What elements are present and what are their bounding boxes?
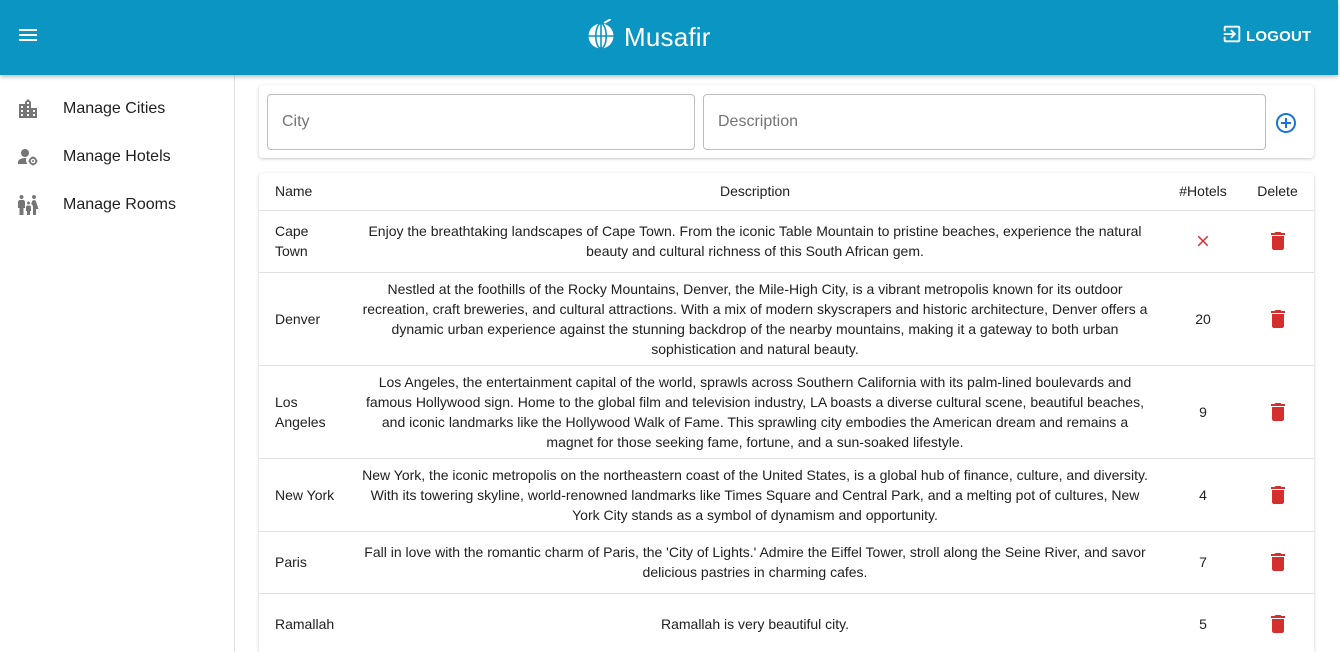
add-circle-icon (1274, 113, 1298, 139)
app-bar: Musafir LOGOUT (0, 0, 1338, 75)
sidebar-item-manage-cities[interactable]: Manage Cities (0, 85, 234, 133)
column-header-name: Name (259, 173, 345, 211)
logout-label: LOGOUT (1246, 27, 1312, 45)
sidebar-item-label: Manage Cities (63, 100, 166, 117)
city-name: Cape Town (259, 210, 345, 273)
delete-button[interactable] (1266, 550, 1290, 574)
delete-cell (1241, 531, 1314, 594)
close-icon (1191, 229, 1215, 253)
brand: Musafir (586, 18, 711, 56)
city-name: New York (259, 458, 345, 532)
add-city-button[interactable] (1274, 111, 1298, 135)
sidebar-item-manage-hotels[interactable]: Manage Hotels (0, 133, 234, 181)
sidebar-item-label: Manage Hotels (63, 148, 171, 165)
add-city-form (259, 85, 1314, 158)
hotels-count: 20 (1165, 272, 1241, 366)
table-row: Paris Fall in love with the romantic cha… (259, 531, 1314, 594)
logout-button[interactable]: LOGOUT (1221, 24, 1311, 48)
cities-table-card: Name Description #Hotels Delete Cape Tow… (259, 173, 1314, 652)
delete-button[interactable] (1266, 307, 1290, 331)
city-name: Paris (259, 531, 345, 594)
city-field (267, 94, 695, 150)
trash-icon (1270, 485, 1285, 504)
delete-button[interactable] (1266, 612, 1290, 636)
delete-cell (1241, 272, 1314, 366)
table-row: Ramallah Ramallah is very beautiful city… (259, 593, 1314, 652)
city-description: Nestled at the foothills of the Rocky Mo… (345, 272, 1165, 366)
city-icon (16, 97, 40, 121)
menu-button[interactable] (12, 22, 44, 52)
delete-button[interactable] (1266, 400, 1290, 424)
column-header-delete: Delete (1241, 173, 1314, 211)
trash-icon (1270, 232, 1285, 250)
app-title: Musafir (624, 21, 711, 52)
table-row: Denver Nestled at the foothills of the R… (259, 272, 1314, 366)
table-header-row: Name Description #Hotels Delete (259, 173, 1314, 211)
user-settings-icon (16, 145, 40, 169)
column-header-description: Description (345, 173, 1165, 211)
table-row: Cape Town Enjoy the breathtaking landsca… (259, 210, 1314, 273)
sidebar-item-manage-rooms[interactable]: Manage Rooms (0, 181, 234, 229)
table-row: Los Angeles Los Angeles, the entertainme… (259, 365, 1314, 459)
family-icon (16, 193, 40, 217)
delete-cell (1241, 593, 1314, 652)
city-name: Denver (259, 272, 345, 366)
city-description: Los Angeles, the entertainment capital o… (345, 365, 1165, 459)
logout-icon (1221, 23, 1243, 50)
city-description: Enjoy the breathtaking landscapes of Cap… (345, 210, 1165, 273)
description-field (703, 94, 1266, 150)
city-description: New York, the iconic metropolis on the n… (345, 458, 1165, 532)
description-input[interactable] (704, 95, 1265, 149)
delete-cell (1241, 458, 1314, 532)
delete-cell (1241, 365, 1314, 459)
hotels-count: 9 (1165, 365, 1241, 459)
city-input[interactable] (268, 95, 694, 149)
hotels-cell (1165, 210, 1241, 273)
trash-icon (1270, 615, 1285, 633)
city-name: Ramallah (259, 593, 345, 652)
city-name: Los Angeles (259, 365, 345, 459)
table-row: New York New York, the iconic metropolis… (259, 458, 1314, 532)
city-description: Fall in love with the romantic charm of … (345, 531, 1165, 594)
trash-icon (1270, 309, 1285, 328)
hotels-count: 5 (1165, 593, 1241, 652)
delete-cell (1241, 210, 1314, 273)
delete-button[interactable] (1266, 483, 1290, 507)
delete-button[interactable] (1266, 229, 1290, 253)
hotels-count: 7 (1165, 531, 1241, 594)
globe-icon (586, 18, 616, 56)
column-header-hotels: #Hotels (1165, 173, 1241, 211)
trash-icon (1270, 402, 1285, 421)
menu-icon (18, 27, 38, 48)
city-description: Ramallah is very beautiful city. (345, 593, 1165, 652)
trash-icon (1270, 553, 1285, 571)
hotels-count: 4 (1165, 458, 1241, 532)
cities-table: Name Description #Hotels Delete Cape Tow… (259, 173, 1314, 652)
sidebar-item-label: Manage Rooms (63, 196, 176, 213)
sidebar: Manage Cities Manage Hotels Manage Rooms (0, 75, 235, 652)
